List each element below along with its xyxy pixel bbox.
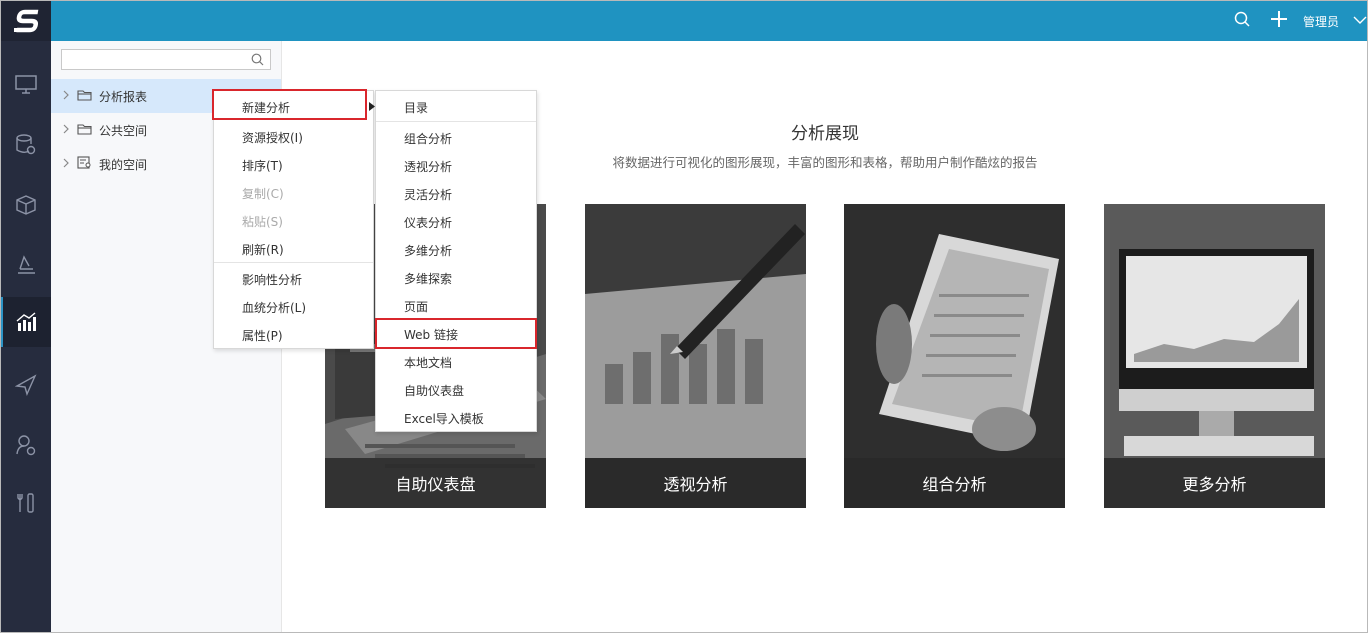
rail-prepare[interactable] [0, 240, 51, 290]
send-icon [14, 374, 36, 396]
layers-icon [17, 255, 35, 274]
highlight-web-link [375, 318, 537, 349]
submenu-item-label: 多维分析 [404, 243, 453, 258]
left-nav-rail [0, 0, 51, 633]
submenu-item-label: 透视分析 [404, 159, 453, 174]
tree-search-input[interactable] [62, 50, 242, 69]
menu-item-label: 刷新(R) [242, 242, 284, 257]
menu-item-label: 复制(C) [242, 186, 284, 201]
plus-icon[interactable] [1270, 10, 1288, 31]
bar-chart-icon [16, 312, 36, 331]
rail-user[interactable] [0, 420, 51, 470]
rail-datasource[interactable] [0, 120, 51, 170]
tree-item-label: 分析报表 [99, 89, 148, 104]
submenu-item-pivot-analysis[interactable]: 透视分析 [376, 152, 536, 180]
card-pivot-analysis[interactable]: 透视分析 [585, 204, 806, 508]
context-menu: 新建分析 资源授权(I) 排序(T) 复制(C) 粘贴(S) 刷新(R) 影响性… [213, 90, 374, 349]
menu-item-impact-analysis[interactable]: 影响性分析 [214, 265, 373, 293]
tree-search [61, 49, 271, 70]
menu-divider [214, 262, 373, 263]
top-bar: 管理员 [51, 0, 1368, 41]
folder-icon [77, 123, 93, 138]
menu-item-label: 血统分析(L) [242, 300, 307, 315]
menu-item-lineage-analysis[interactable]: 血统分析(L) [214, 293, 373, 321]
app-logo[interactable] [0, 0, 51, 41]
rail-publish[interactable] [0, 360, 51, 410]
folder-icon [77, 89, 93, 104]
monitor-icon [14, 75, 37, 94]
menu-item-sort[interactable]: 排序(T) [214, 151, 373, 179]
chevron-right-icon[interactable] [62, 123, 72, 137]
menu-item-properties[interactable]: 属性(P) [214, 321, 373, 349]
submenu-item-excel-import-template[interactable]: Excel导入模板 [376, 404, 536, 432]
submenu-item-label: 组合分析 [404, 131, 453, 146]
rail-monitor[interactable] [0, 60, 51, 110]
submenu-item-olap-analysis[interactable]: 多维分析 [376, 236, 536, 264]
card-label: 透视分析 [585, 458, 806, 508]
submenu-item-olap-explore[interactable]: 多维探索 [376, 264, 536, 292]
menu-item-label: 资源授权(I) [242, 130, 303, 145]
submenu-item-combined-analysis[interactable]: 组合分析 [376, 124, 536, 152]
menu-item-refresh[interactable]: 刷新(R) [214, 235, 373, 263]
submenu-item-flexible-analysis[interactable]: 灵活分析 [376, 180, 536, 208]
tree-item-label: 公共空间 [99, 123, 148, 138]
card-combined-analysis[interactable]: 组合分析 [844, 204, 1065, 508]
chevron-right-icon[interactable] [62, 157, 72, 171]
tools-icon [16, 493, 34, 513]
logo-icon [13, 9, 38, 32]
card-label: 自助仪表盘 [325, 458, 546, 508]
search-icon[interactable] [251, 53, 264, 69]
new-analysis-submenu: 目录 组合分析 透视分析 灵活分析 仪表分析 多维分析 多维探索 页面 Web … [375, 90, 537, 432]
database-settings-icon [15, 134, 35, 155]
menu-item-copy[interactable]: 复制(C) [214, 179, 373, 207]
submenu-item-label: Excel导入模板 [404, 411, 484, 426]
submenu-item-label: 仪表分析 [404, 215, 453, 230]
menu-item-paste[interactable]: 粘贴(S) [214, 207, 373, 235]
submenu-item-label: 本地文档 [404, 355, 453, 370]
menu-item-label: 影响性分析 [242, 272, 303, 287]
submenu-item-self-service-dashboard[interactable]: 自助仪表盘 [376, 376, 536, 404]
rail-analysis[interactable] [0, 297, 51, 347]
card-label: 组合分析 [844, 458, 1065, 508]
submenu-item-label: 多维探索 [404, 271, 453, 286]
user-menu-label[interactable]: 管理员 [1303, 13, 1339, 30]
search-icon[interactable] [1234, 11, 1251, 31]
submenu-item-local-document[interactable]: 本地文档 [376, 348, 536, 376]
menu-item-resource-auth[interactable]: 资源授权(I) [214, 123, 373, 151]
submenu-item-directory[interactable]: 目录 [376, 93, 536, 121]
user-settings-icon [15, 435, 35, 456]
tree-item-label: 我的空间 [99, 157, 148, 172]
submenu-item-label: 页面 [404, 299, 429, 314]
menu-item-label: 属性(P) [242, 328, 283, 343]
menu-item-label: 粘贴(S) [242, 214, 283, 229]
card-label: 更多分析 [1104, 458, 1325, 508]
chevron-down-icon[interactable] [1353, 14, 1367, 28]
submenu-item-label: 目录 [404, 100, 429, 115]
submenu-item-dashboard-analysis[interactable]: 仪表分析 [376, 208, 536, 236]
highlight-new-analysis [212, 89, 367, 120]
submenu-divider [376, 121, 536, 122]
chevron-right-icon[interactable] [62, 89, 72, 103]
submenu-item-page[interactable]: 页面 [376, 292, 536, 320]
cube-icon [15, 195, 36, 215]
card-more-analysis[interactable]: 更多分析 [1104, 204, 1325, 508]
submenu-item-label: 自助仪表盘 [404, 383, 465, 398]
submenu-item-label: 灵活分析 [404, 187, 453, 202]
rail-resources[interactable] [0, 180, 51, 230]
menu-item-label: 排序(T) [242, 158, 283, 173]
rail-tools[interactable] [0, 478, 51, 528]
user-folder-icon [77, 156, 93, 172]
